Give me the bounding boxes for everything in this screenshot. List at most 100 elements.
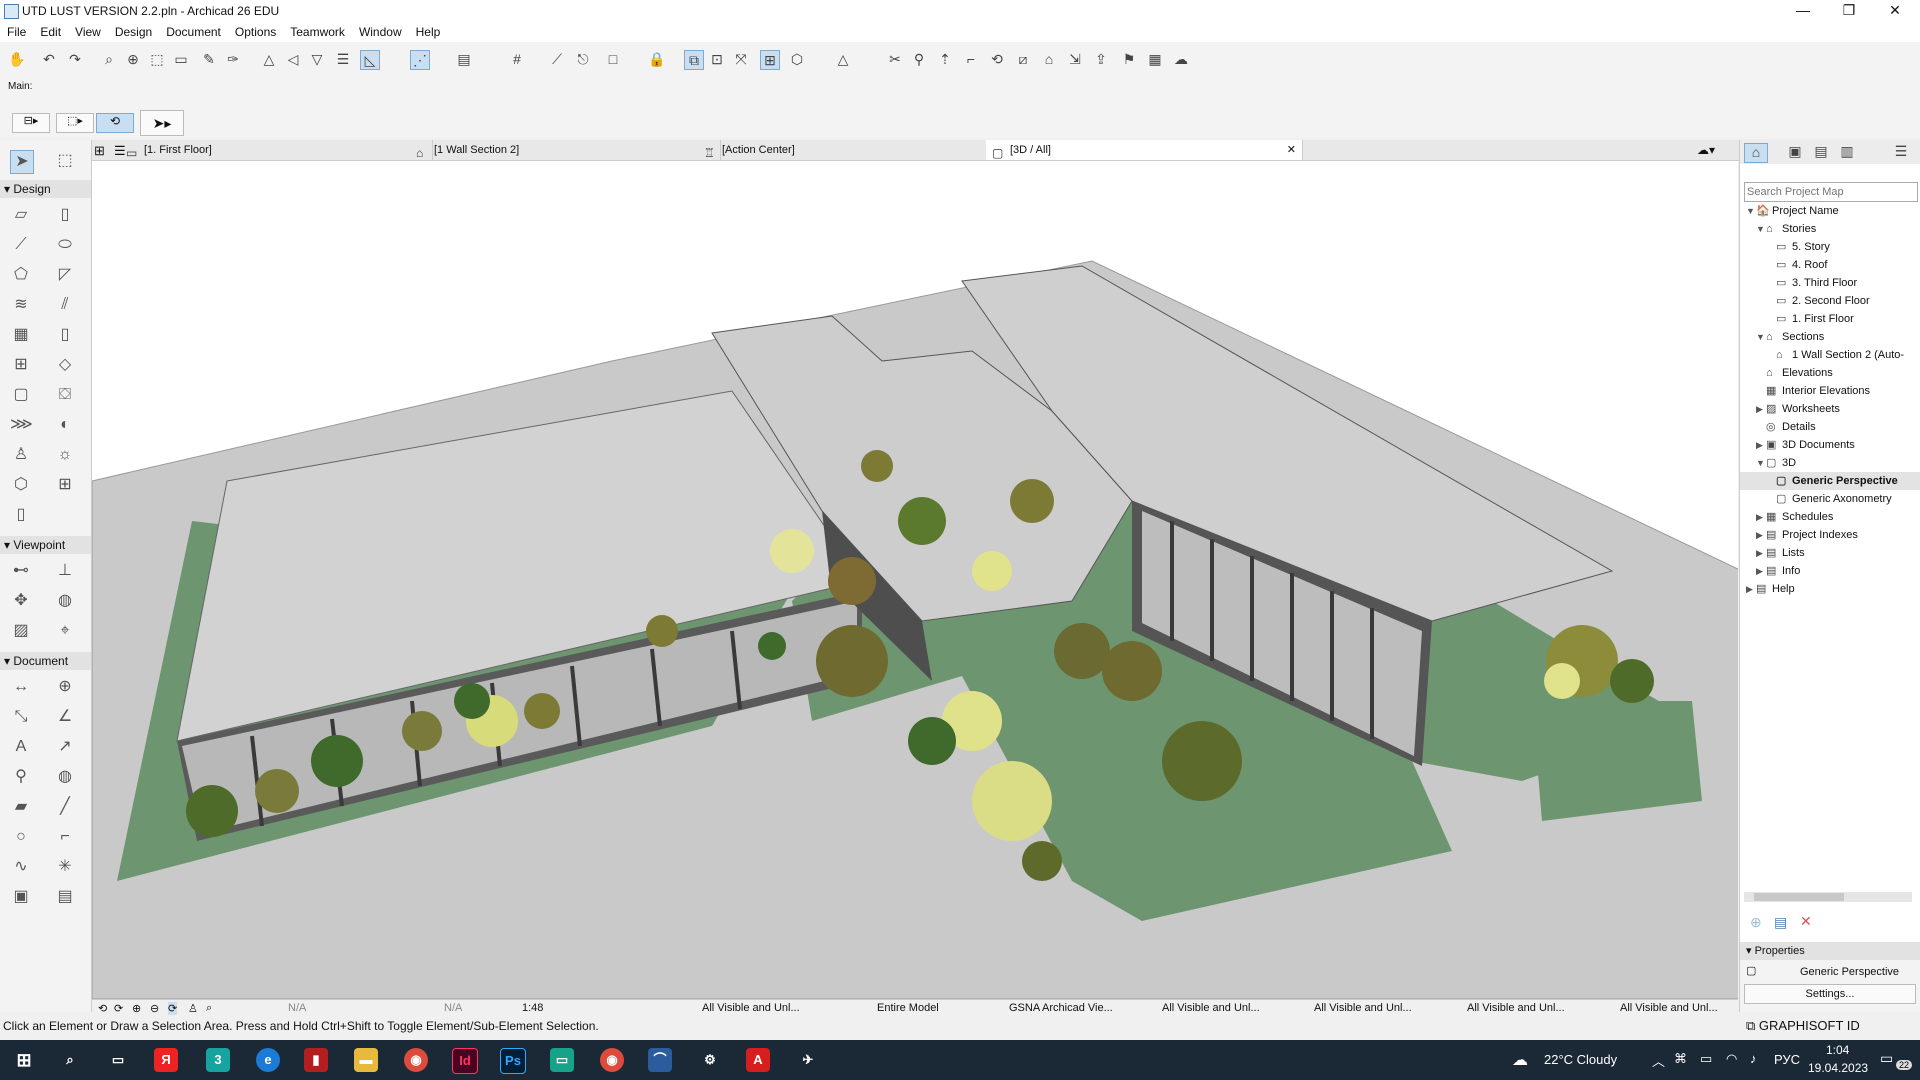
- tree-item[interactable]: ⌂ Elevations: [1740, 364, 1920, 382]
- start-icon[interactable]: ⊞: [12, 1048, 36, 1072]
- tree-item[interactable]: ▢ Generic Axonometry: [1740, 490, 1920, 508]
- cloud-icon[interactable]: ☁: [1172, 50, 1190, 68]
- 3d-viewport[interactable]: - - - -: [92, 161, 1738, 999]
- line-icon[interactable]: ╱: [54, 796, 76, 818]
- tree-item[interactable]: ▭ 5. Story: [1740, 238, 1920, 256]
- view-map-icon[interactable]: ▣: [1784, 143, 1806, 161]
- camera-icon[interactable]: ⌖: [54, 620, 76, 642]
- tree-item[interactable]: ▦ Interior Elevations: [1740, 382, 1920, 400]
- settings-gear-icon[interactable]: ⚙: [698, 1048, 722, 1072]
- tree-expand-icon[interactable]: ▶: [1756, 562, 1766, 580]
- filter-combo-1[interactable]: All Visible and Unl...: [1162, 1002, 1260, 1014]
- menu-design[interactable]: Design: [108, 22, 159, 39]
- grid-lines-icon[interactable]: ☰: [334, 50, 352, 68]
- pen-set-combo[interactable]: GSNA Archicad Vie...: [1009, 1002, 1113, 1014]
- tree-expand-icon[interactable]: ▶: [1756, 436, 1766, 454]
- find-select-icon[interactable]: ⌕: [100, 50, 118, 68]
- pan-icon[interactable]: ✋: [8, 50, 26, 68]
- chair-tool-icon[interactable]: ♙: [10, 444, 32, 466]
- search-icon[interactable]: ⌕: [58, 1048, 82, 1072]
- figure-icon[interactable]: ◍: [54, 766, 76, 788]
- acrobat-icon[interactable]: A: [746, 1048, 770, 1072]
- tree-scrollbar-thumb[interactable]: [1754, 893, 1844, 901]
- snap-guides-icon[interactable]: ◺: [360, 50, 380, 70]
- window-tool-icon[interactable]: ⊞: [10, 354, 32, 376]
- home-icon[interactable]: ⌂: [1040, 50, 1058, 68]
- roof-tool-icon[interactable]: ⬠: [10, 264, 32, 286]
- publisher-icon[interactable]: ▥: [1836, 143, 1858, 161]
- properties-header[interactable]: ▾ Properties: [1740, 942, 1920, 960]
- close-tab-icon[interactable]: ✕: [1287, 140, 1296, 160]
- tree-item[interactable]: ▶ ▤ Lists: [1740, 544, 1920, 562]
- tree-expand-icon[interactable]: ▼: [1756, 454, 1766, 472]
- layer-combo[interactable]: All Visible and Unl...: [702, 1002, 800, 1014]
- clock-date[interactable]: 19.04.2023: [1808, 1061, 1868, 1075]
- marquee-tool-icon[interactable]: ⬚: [54, 150, 76, 172]
- weather-text[interactable]: 22°C Cloudy: [1544, 1052, 1617, 1067]
- polyline-icon[interactable]: ⌐: [54, 826, 76, 848]
- tray-chevron-icon[interactable]: ︿: [1652, 1051, 1665, 1070]
- eyedropper-icon[interactable]: ✎: [200, 50, 218, 68]
- tree-item[interactable]: ▼🏠 Project Name: [1740, 202, 1920, 220]
- tree-item[interactable]: ▼▢ 3D: [1740, 454, 1920, 472]
- tree-item[interactable]: ▶ ▨ Worksheets: [1740, 400, 1920, 418]
- zoom-in-icon[interactable]: ⊕: [132, 1002, 141, 1015]
- circle-icon[interactable]: ○: [10, 826, 32, 848]
- menu-view[interactable]: View: [68, 22, 108, 39]
- chrome-icon[interactable]: ◉: [404, 1048, 428, 1072]
- tree-item[interactable]: ▼⌂ Sections: [1740, 328, 1920, 346]
- menu-document[interactable]: Document: [159, 22, 228, 39]
- undo-icon[interactable]: ↶: [40, 50, 58, 68]
- radial-dimension-icon[interactable]: ⊕: [54, 676, 76, 698]
- filter-combo-2[interactable]: All Visible and Unl...: [1314, 1002, 1412, 1014]
- transform-icon[interactable]: ⤧: [732, 50, 750, 68]
- hotspot-icon[interactable]: ✳: [54, 856, 76, 878]
- tree-item[interactable]: ▭ 1. First Floor: [1740, 310, 1920, 328]
- stair-tool-icon[interactable]: ≋: [10, 294, 32, 316]
- arrow-down-icon[interactable]: ▽: [308, 50, 326, 68]
- suspend-groups-icon[interactable]: ⊞: [760, 50, 780, 70]
- tab-action-center[interactable]: ♖ [Action Center]: [698, 140, 1009, 160]
- volume-icon[interactable]: ♪: [1750, 1051, 1757, 1066]
- snap-points-icon[interactable]: ⋰: [410, 50, 430, 70]
- scissors-icon[interactable]: ✂: [886, 50, 904, 68]
- orbit-icon[interactable]: ⟳: [168, 1002, 178, 1015]
- section-viewpoint[interactable]: ▾ Viewpoint: [0, 536, 91, 554]
- notification-icon[interactable]: ▭: [1880, 1050, 1893, 1067]
- filter-combo-3[interactable]: All Visible and Unl...: [1467, 1002, 1565, 1014]
- grid-element-tool-icon[interactable]: ⊞: [54, 474, 76, 496]
- tree-item[interactable]: ▶ ▤ Project Indexes: [1740, 526, 1920, 544]
- elevation-marker-icon[interactable]: ⊥: [54, 560, 76, 582]
- archicad-icon[interactable]: ⌒: [648, 1048, 672, 1072]
- flag-icon[interactable]: ⚑: [1120, 50, 1138, 68]
- project-map-icon[interactable]: ⌂: [1744, 143, 1768, 163]
- settings-button[interactable]: Settings...: [1744, 984, 1916, 1004]
- zone-tool-icon[interactable]: ⬡: [10, 474, 32, 496]
- grid-icon[interactable]: #: [508, 50, 526, 68]
- object-tool-icon[interactable]: ⛋: [54, 384, 76, 406]
- tab-3d-all[interactable]: ▢ [3D / All] ✕: [986, 140, 1303, 160]
- close-button[interactable]: ✕: [1872, 0, 1918, 22]
- resize-icon[interactable]: ⌐: [962, 50, 980, 68]
- tree-expand-icon[interactable]: ▼: [1746, 202, 1756, 220]
- weather-icon[interactable]: ☁: [1512, 1050, 1528, 1070]
- railing-tool-icon[interactable]: ⫽: [54, 294, 76, 316]
- arrow-up-icon[interactable]: △: [260, 50, 278, 68]
- inject-icon[interactable]: ✑: [224, 50, 242, 68]
- filter-combo-4[interactable]: All Visible and Unl...: [1620, 1002, 1718, 1014]
- tree-item[interactable]: ▼⌂ Stories: [1740, 220, 1920, 238]
- tree-expand-icon[interactable]: ▶: [1746, 580, 1756, 598]
- navigator-menu-icon[interactable]: ☰: [1890, 143, 1912, 161]
- curtain-wall-tool-icon[interactable]: ▦: [10, 324, 32, 346]
- skylight-tool-icon[interactable]: ◇: [54, 354, 76, 376]
- marquee-icon[interactable]: ▭: [172, 50, 190, 68]
- drawing-icon[interactable]: ▣: [10, 886, 32, 908]
- search-project-map-input[interactable]: [1744, 182, 1918, 202]
- renovation-icon[interactable]: △: [834, 50, 852, 68]
- column-tool-icon[interactable]: ▯: [54, 204, 76, 226]
- explode-icon[interactable]: ⇲: [1066, 50, 1084, 68]
- minimize-button[interactable]: —: [1780, 0, 1826, 22]
- graphisoft-id[interactable]: ⧉ GRAPHISOFT ID: [1740, 1017, 1920, 1035]
- zoom-icon[interactable]: ⊕: [124, 50, 142, 68]
- shell-tool-icon[interactable]: ◸: [54, 264, 76, 286]
